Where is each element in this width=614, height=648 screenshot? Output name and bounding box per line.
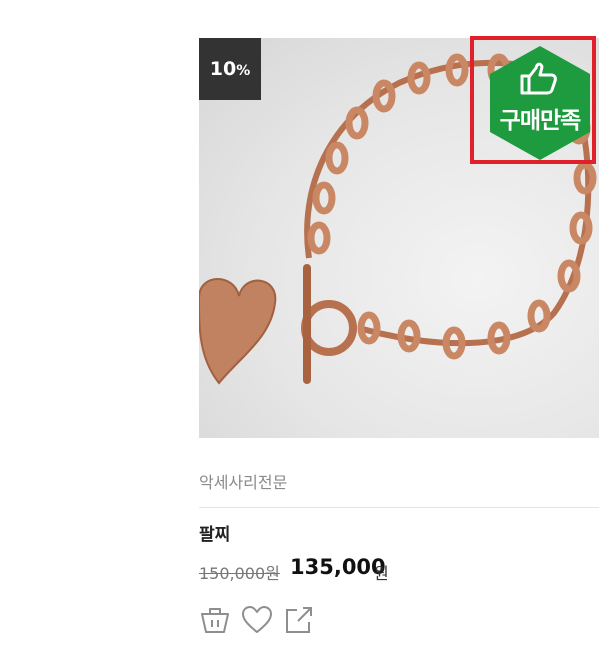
product-actions <box>199 604 319 638</box>
seller-name[interactable]: 악세사리전문 <box>199 469 287 493</box>
original-price: 150,000원 <box>199 564 280 583</box>
divider <box>199 507 599 508</box>
sale-price: 135,000 <box>290 555 386 579</box>
product-name[interactable]: 팔찌 <box>199 520 230 545</box>
discount-unit: % <box>236 62 251 79</box>
satisfaction-badge: 구매만족 <box>488 44 592 162</box>
discount-badge: 10% <box>199 38 261 100</box>
cart-basket-icon[interactable] <box>199 604 231 636</box>
share-icon[interactable] <box>283 604 315 636</box>
discount-value: 10 <box>209 58 237 80</box>
sale-currency: 원 <box>374 564 389 583</box>
satisfaction-label: 구매만족 <box>499 108 582 134</box>
heart-icon[interactable] <box>241 604 273 636</box>
